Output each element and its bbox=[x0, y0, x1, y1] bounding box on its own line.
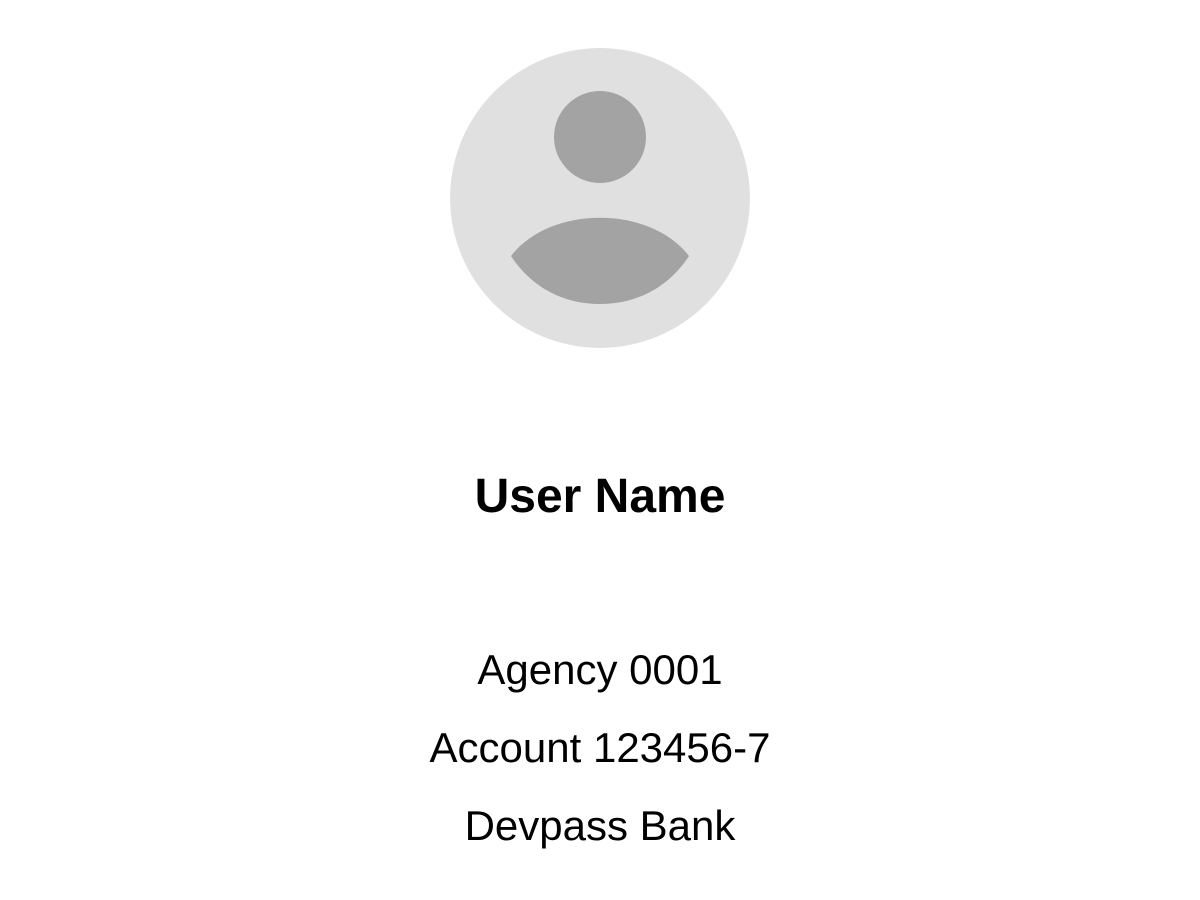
person-placeholder-icon bbox=[450, 48, 750, 348]
user-name: User Name bbox=[474, 470, 726, 523]
bank-name: Devpass Bank bbox=[464, 802, 736, 849]
agency-number: Agency 0001 bbox=[477, 646, 723, 693]
profile-screen: User Name Agency 0001 Account 123456-7 D… bbox=[0, 0, 1200, 900]
avatar-head bbox=[554, 91, 646, 183]
avatar bbox=[450, 48, 750, 348]
account-number: Account 123456-7 bbox=[429, 724, 771, 771]
